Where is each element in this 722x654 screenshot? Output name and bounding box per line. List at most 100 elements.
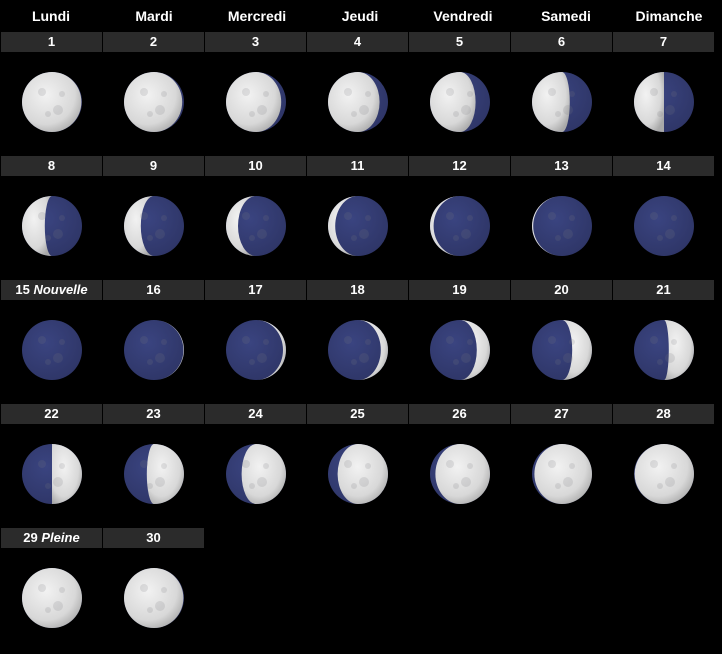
moon-lit-part [146,444,184,504]
day-cell: 18 [307,280,408,404]
moon-crater [364,91,371,97]
moon-crater [343,460,352,468]
day-header: 6 [511,32,612,52]
day-cell: 16 [103,280,204,404]
moon-crater [656,483,663,489]
day-header: 8 [1,156,102,176]
day-number: 26 [452,406,467,421]
moon-lit-part [123,568,183,628]
moon-crater [241,460,250,468]
moon-crater [37,460,46,468]
day-cell: 26 [409,404,510,528]
moon-phase-icon [123,568,184,628]
moon-lit-part [531,72,570,132]
day-number: 5 [455,34,464,49]
empty-cell [307,528,408,652]
empty-cell [613,528,714,652]
day-number: 17 [248,282,263,297]
day-number: 8 [47,158,56,173]
moon-crater [44,483,51,489]
weekday-header: Lundi Mardi Mercredi Jeudi Vendredi Same… [0,0,722,32]
weekday-friday: Vendredi [433,8,493,24]
day-cell: 15 Nouvelle [1,280,102,404]
moon-crater [554,111,561,117]
day-cell: 29 Pleine [1,528,102,652]
day-number: 27 [554,406,569,421]
moon-phase-icon [225,320,286,380]
moon-lit-part [434,444,490,504]
moon-crater [52,353,63,363]
moon-crater [343,336,352,344]
day-cell: 6 [511,32,612,156]
moon-crater [160,463,167,469]
day-cell: 21 [613,280,714,404]
moon-lit-part [241,444,286,504]
moon-phase-icon [531,444,592,504]
moon-phase-icon [531,196,592,256]
moon-crater [44,235,51,241]
day-header: 12 [409,156,510,176]
day-header: 25 [307,404,408,424]
moon-crater [262,215,269,221]
day-header: 1 [1,32,102,52]
day-number: 28 [656,406,671,421]
moon-phase-icon [123,72,184,132]
moon-crater [154,353,165,363]
moon-crater [262,339,269,345]
day-header: 10 [205,156,306,176]
day-header: 20 [511,280,612,300]
moon-phase-icon [429,196,490,256]
moon-crater [44,111,51,117]
moon-crater [358,229,369,239]
day-number: 19 [452,282,467,297]
moon-crater [554,359,561,365]
day-cell: 5 [409,32,510,156]
moon-phase-icon [633,196,694,256]
moon-phase-icon [225,196,286,256]
moon-lit-part [51,444,82,504]
moon-crater [466,91,473,97]
weekday-wednesday: Mercredi [227,8,287,24]
day-header: 19 [409,280,510,300]
moon-crater [154,477,165,487]
moon-crater [656,359,663,365]
moon-crater [656,235,663,241]
moon-crater [364,215,371,221]
day-cell: 9 [103,156,204,280]
moon-crater [568,463,575,469]
moon-crater [568,215,575,221]
moon-crater [343,88,352,96]
day-cell: 10 [205,156,306,280]
moon-crater [160,339,167,345]
moon-phase-icon [123,444,184,504]
moon-crater [364,463,371,469]
day-number: 1 [47,34,56,49]
moon-crater [343,212,352,220]
moon-crater [154,105,165,115]
day-header: 16 [103,280,204,300]
moon-crater [44,359,51,365]
moon-crater [248,483,255,489]
moon-crater [256,105,267,115]
moon-lit-part [634,444,694,504]
day-header: 9 [103,156,204,176]
moon-crater [445,460,454,468]
moon-crater [52,477,63,487]
moon-crater [466,339,473,345]
moon-crater [37,584,46,592]
moon-crater [562,229,573,239]
moon-crater [466,215,473,221]
moon-crater [358,105,369,115]
moon-crater [358,477,369,487]
moon-crater [664,477,675,487]
moon-phase-icon [123,320,184,380]
day-header: 2 [103,32,204,52]
day-number: 6 [557,34,566,49]
moon-crater [256,477,267,487]
moon-lit-part [533,444,592,504]
moon-phase-icon [633,320,694,380]
moon-phase-icon [123,196,184,256]
moon-crater [568,91,575,97]
day-header: 28 [613,404,714,424]
day-number: 3 [251,34,260,49]
